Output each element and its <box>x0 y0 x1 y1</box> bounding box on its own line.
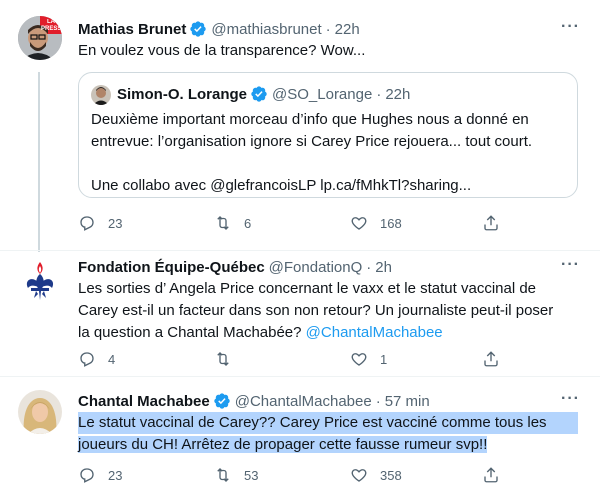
retweet-icon <box>217 352 229 366</box>
like-count: 168 <box>380 215 402 231</box>
tweet-text: En voulez vous de la transparence? Wow..… <box>78 40 584 62</box>
tweet-fondation-equipe-quebec[interactable]: Fondation Équipe-Québec @FondationQ · 2h… <box>0 252 600 374</box>
author-name[interactable]: Mathias Brunet <box>78 21 186 38</box>
like-icon <box>351 217 367 230</box>
action-bar: 23 53 358 <box>78 466 518 486</box>
separator-dot: · <box>325 20 331 38</box>
reply-button[interactable]: 23 <box>78 214 122 232</box>
selected-text: joueurs du CH! Arrêtez de propager cette… <box>78 436 488 453</box>
tweet-divider <box>0 250 600 251</box>
author-name[interactable]: Fondation Équipe-Québec <box>78 259 265 276</box>
share-icon <box>484 467 498 483</box>
author-handle[interactable]: @mathiasbrunet <box>211 21 321 38</box>
retweet-button[interactable] <box>214 350 244 368</box>
tweet-text-fragment: la question a Chantal Machabée? <box>78 324 306 341</box>
selected-text: Le statut vaccinal de Carey?? Carey Pric… <box>78 412 578 434</box>
tweet-text-line: Les sorties d’ Angela Price concernant l… <box>78 280 537 297</box>
avatar[interactable]: LA PRESSE <box>18 16 62 60</box>
verified-badge-icon <box>251 86 267 102</box>
tweet-text-line: Carey est-il un facteur dans son non ret… <box>78 302 554 319</box>
action-bar: 4 1 <box>78 350 518 370</box>
tweet-text: Le statut vaccinal de Carey?? Carey Pric… <box>78 412 584 456</box>
reply-button[interactable]: 23 <box>78 466 122 484</box>
action-bar: 23 6 168 <box>78 214 518 234</box>
reply-count: 4 <box>108 351 116 367</box>
avatar <box>91 85 111 105</box>
timestamp[interactable]: 57 min <box>385 393 430 410</box>
more-icon[interactable]: ··· <box>561 256 580 274</box>
tweet-mathias-brunet[interactable]: LA PRESSE Mathias Brunet @mathiasbrunet … <box>0 0 600 252</box>
share-button[interactable] <box>482 350 512 368</box>
quoted-tweet-header: Simon-O. Lorange @SO_Lorange · 22h <box>117 83 410 105</box>
quoted-text-line: Deuxième important morceau d’info que Hu… <box>91 111 529 128</box>
author-handle[interactable]: @ChantalMachabee <box>235 393 372 410</box>
reply-icon <box>80 468 94 483</box>
retweet-count: 53 <box>244 467 259 483</box>
tweet-header: Chantal Machabee @ChantalMachabee · 57 m… <box>78 390 430 412</box>
tweet-text: Les sorties d’ Angela Price concernant l… <box>78 278 584 344</box>
like-button[interactable]: 1 <box>350 350 387 368</box>
tweet-header: Mathias Brunet @mathiasbrunet · 22h <box>78 18 360 40</box>
avatar-badge-text: LA PRESSE <box>41 19 61 32</box>
tweet-text-line: En voulez vous de la transparence? Wow..… <box>78 42 366 59</box>
mention-link[interactable]: @ChantalMachabee <box>306 324 443 341</box>
tweet-text-line: Le statut vaccinal de Carey?? Carey Pric… <box>78 412 584 434</box>
separator-dot: · <box>366 258 372 276</box>
tweet-text-line: la question a Chantal Machabée? @Chantal… <box>78 322 584 344</box>
retweet-button[interactable]: 53 <box>214 466 258 484</box>
separator-dot: · <box>375 392 381 410</box>
share-button[interactable] <box>482 214 512 232</box>
more-icon[interactable]: ··· <box>561 18 580 36</box>
like-button[interactable]: 358 <box>350 466 402 484</box>
avatar[interactable] <box>18 390 62 434</box>
verified-badge-icon <box>190 21 207 37</box>
share-icon <box>484 351 498 367</box>
author-name[interactable]: Chantal Machabee <box>78 393 210 410</box>
share-button[interactable] <box>482 466 512 484</box>
retweet-button[interactable]: 6 <box>214 214 251 232</box>
tweet-divider <box>0 376 600 377</box>
reply-button[interactable]: 4 <box>78 350 115 368</box>
share-icon <box>484 215 498 231</box>
timestamp[interactable]: 22h <box>335 21 360 38</box>
quoted-text-footer: Une collabo avec @glefrancoisLP lp.ca/fM… <box>91 177 472 194</box>
retweet-count: 6 <box>244 215 252 231</box>
separator-dot: · <box>376 85 382 103</box>
tweet-header: Fondation Équipe-Québec @FondationQ · 2h <box>78 256 392 278</box>
tweet-chantal-machabee[interactable]: Chantal Machabee @ChantalMachabee · 57 m… <box>0 378 600 502</box>
quoted-tweet-text: Deuxième important morceau d’info que Hu… <box>91 109 571 197</box>
like-icon <box>351 353 367 366</box>
like-icon <box>351 469 367 482</box>
reply-count: 23 <box>108 215 123 231</box>
verified-badge-icon <box>214 393 230 409</box>
timestamp[interactable]: 2h <box>375 259 392 276</box>
quoted-text-line: entrevue: l’organisation ignore si Carey… <box>91 133 533 150</box>
quoted-author-handle: @SO_Lorange <box>272 85 373 103</box>
avatar[interactable] <box>18 258 62 302</box>
tweet-text-line: joueurs du CH! Arrêtez de propager cette… <box>78 434 584 456</box>
quoted-author-name: Simon-O. Lorange <box>117 85 248 103</box>
retweet-icon <box>217 216 229 230</box>
like-count: 358 <box>380 467 402 483</box>
like-button[interactable]: 168 <box>350 214 402 232</box>
quoted-tweet[interactable]: Simon-O. Lorange @SO_Lorange · 22h Deuxi… <box>78 72 578 198</box>
reply-icon <box>80 352 94 367</box>
reply-icon <box>80 216 94 231</box>
reply-count: 23 <box>108 467 123 483</box>
author-handle[interactable]: @FondationQ <box>269 259 363 276</box>
like-count: 1 <box>380 351 388 367</box>
quoted-timestamp: 22h <box>385 85 411 103</box>
more-icon[interactable]: ··· <box>561 390 580 408</box>
retweet-icon <box>217 468 229 482</box>
